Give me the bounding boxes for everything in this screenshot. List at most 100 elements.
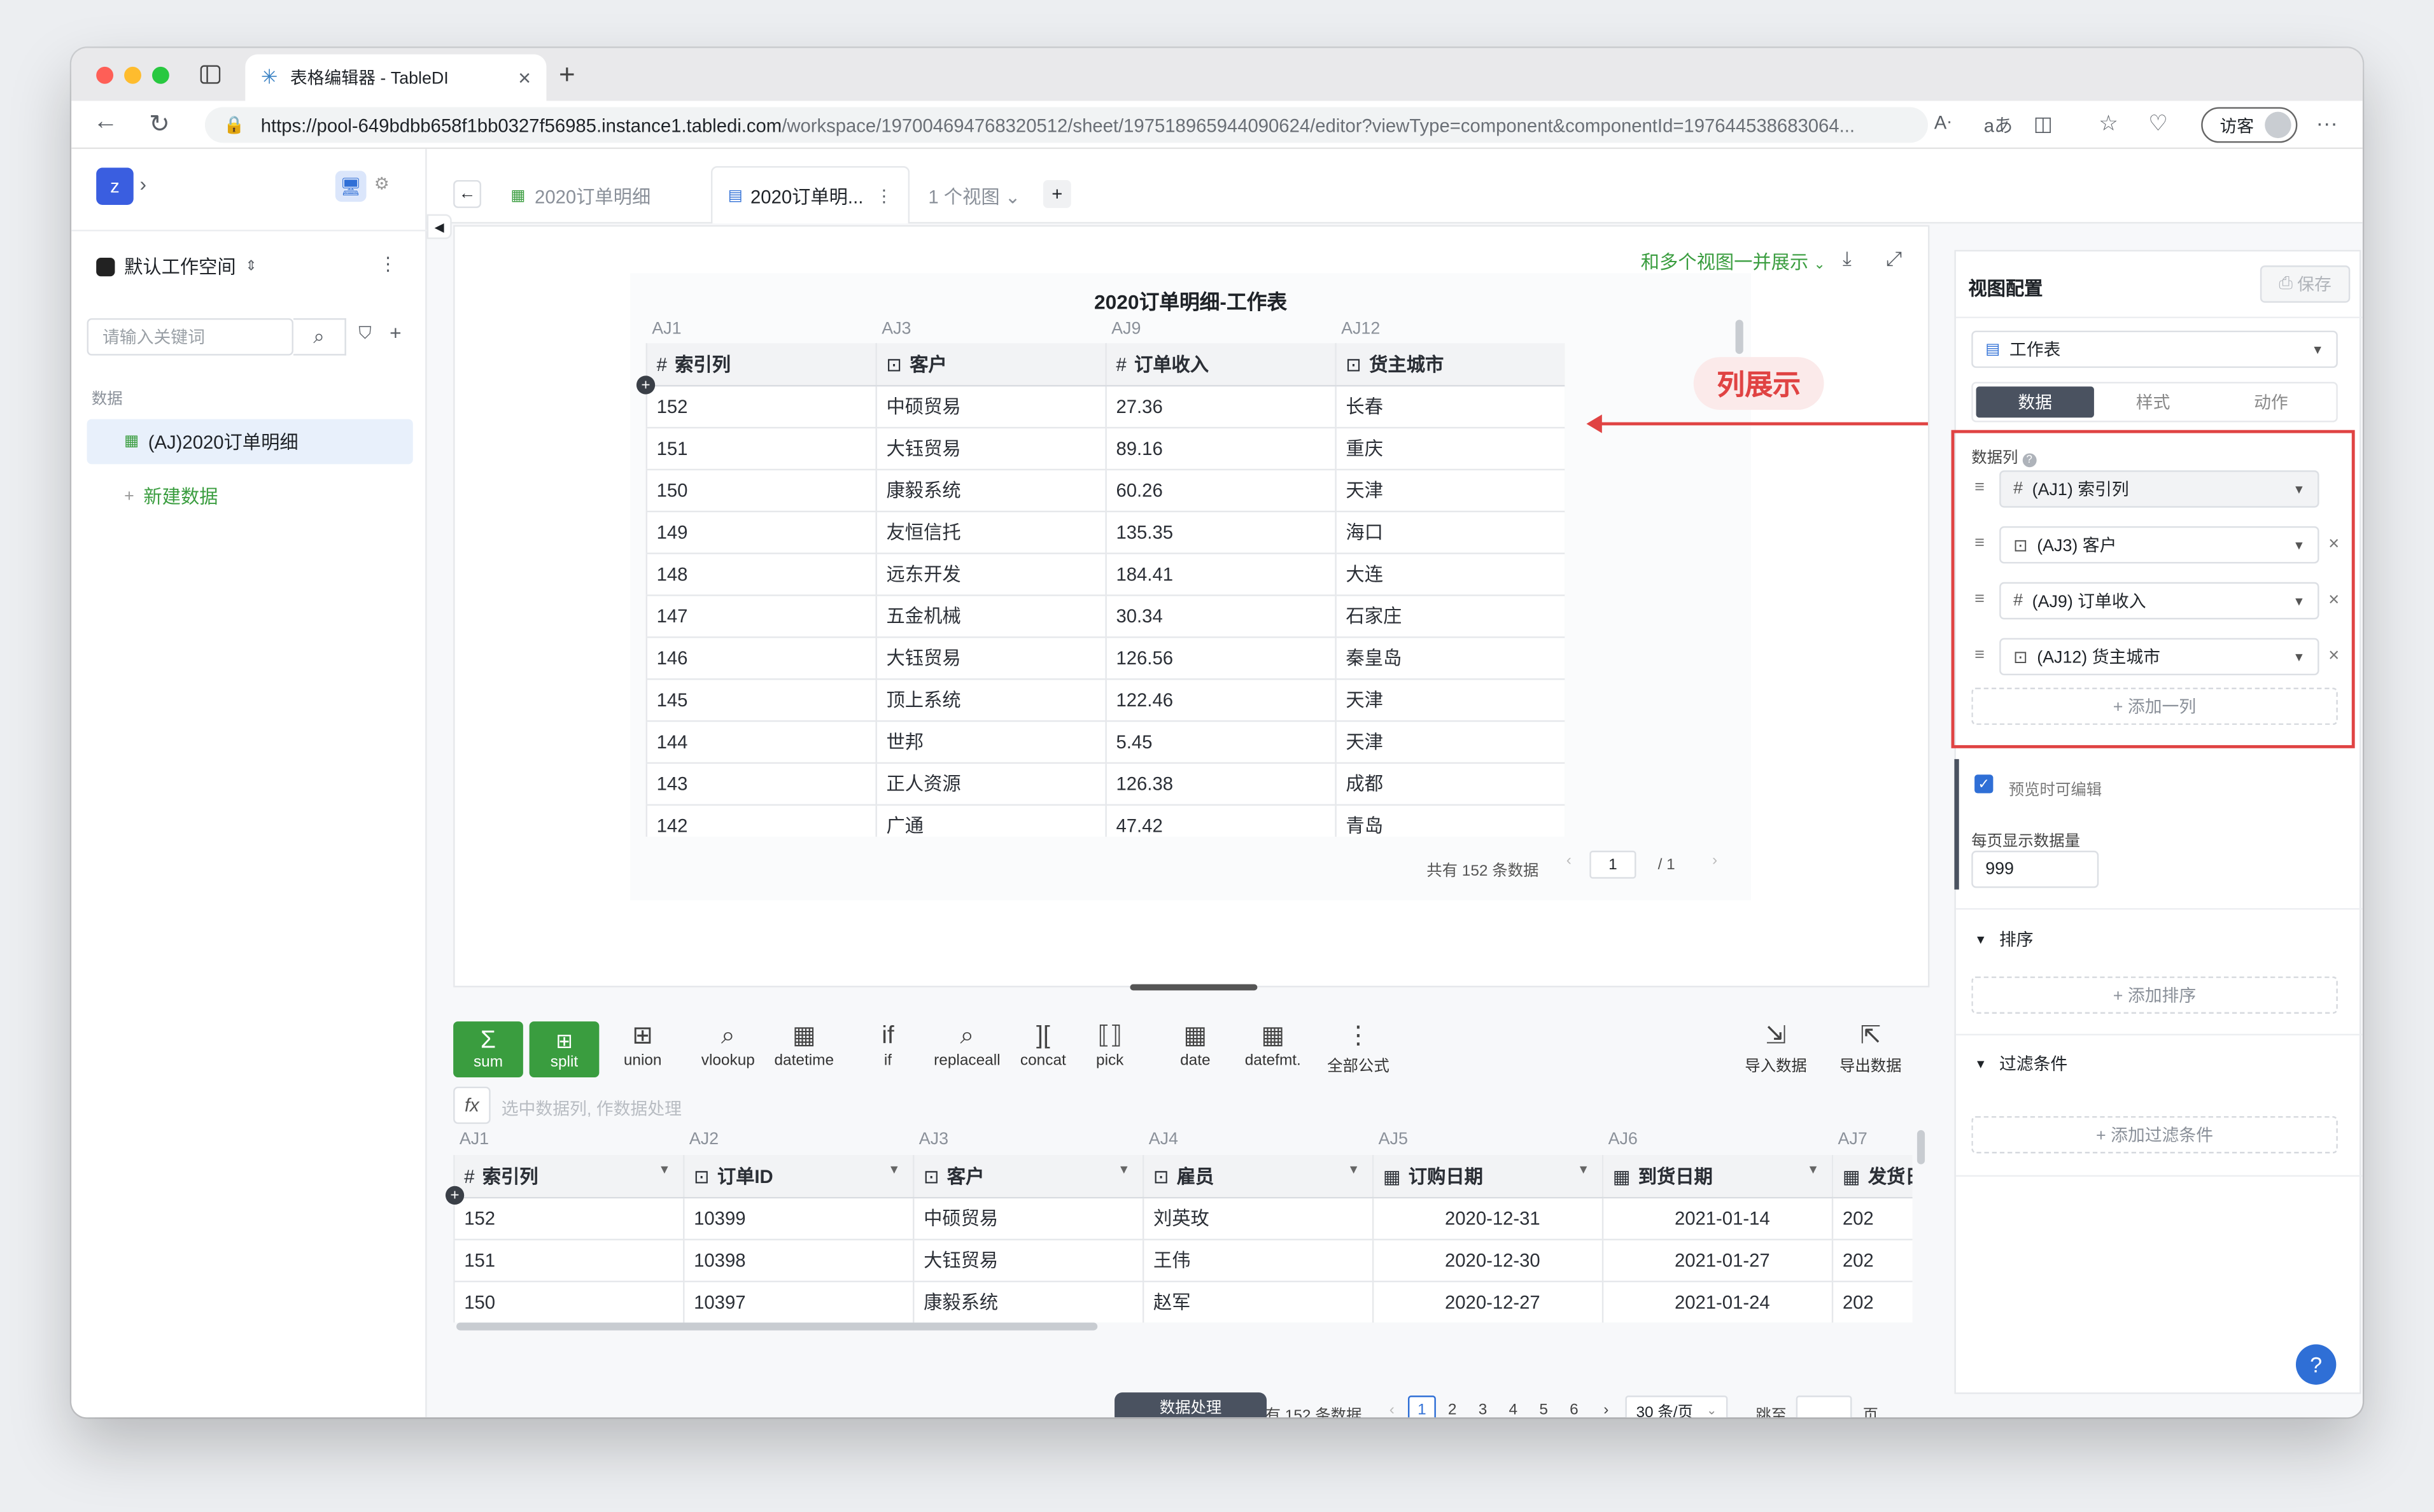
table-cell[interactable]: 成都 xyxy=(1335,762,1565,805)
table-row[interactable]: 149 友恒信托 135.35 海口 xyxy=(646,510,1565,554)
drag-handle-icon[interactable]: ≡ xyxy=(1974,590,1985,608)
table-cell[interactable]: 27.36 xyxy=(1106,384,1337,428)
table-row[interactable]: 143 正人资源 126.38 成都 xyxy=(646,762,1565,805)
import-data-button[interactable]: ⇲ 导入数据 xyxy=(1745,1021,1807,1076)
data-column-select[interactable]: ⊡ (AJ12) 货主城市 ▼ xyxy=(1999,638,2319,676)
table-cell[interactable]: 大连 xyxy=(1335,552,1565,596)
column-menu-icon[interactable]: ▼ xyxy=(658,1163,670,1177)
resize-handle[interactable] xyxy=(1130,984,1258,991)
table-cell[interactable]: 康毅系统 xyxy=(876,468,1107,512)
table-cell[interactable]: 145 xyxy=(646,678,877,722)
table-row[interactable]: 150 10397 康毅系统 赵军 2020-12-27 2021-01-24 202 xyxy=(454,1280,1913,1323)
table-cell[interactable]: 友恒信托 xyxy=(876,510,1107,554)
fullscreen-icon[interactable]: ⤢ xyxy=(1886,247,1902,272)
view-type-select[interactable]: ▤ 工作表 ▼ xyxy=(1971,330,2338,368)
reload-icon[interactable]: ↻ xyxy=(149,109,170,140)
drag-handle-icon[interactable]: ≡ xyxy=(1974,534,1985,552)
table-row[interactable]: 146 大钰贸易 126.56 秦皇岛 xyxy=(646,636,1565,680)
table-cell[interactable]: 152 xyxy=(646,384,877,428)
column-header[interactable]: ⊡ 客户 xyxy=(876,343,1107,386)
desktop-view-button[interactable]: 🖥 xyxy=(335,171,367,202)
table-row[interactable]: 152 中硕贸易 27.36 长春 xyxy=(646,384,1565,428)
table-cell[interactable]: 大钰贸易 xyxy=(876,636,1107,680)
tab-sheet[interactable]: ▦ 2020订单明细 xyxy=(510,183,651,209)
table-cell[interactable]: 126.56 xyxy=(1106,636,1337,680)
column-header[interactable]: # 索引列 xyxy=(646,343,877,386)
table-cell[interactable]: 148 xyxy=(646,552,877,596)
table-cell[interactable]: 89.16 xyxy=(1106,426,1337,470)
search-input[interactable]: 请输入关键词 xyxy=(87,318,293,356)
column-header[interactable]: ⊡ 货主城市 xyxy=(1335,343,1565,386)
vlookup-button[interactable]: ⌕ vlookup xyxy=(694,1021,762,1070)
add-view-button[interactable]: + xyxy=(1043,179,1071,208)
page-button[interactable]: 6 xyxy=(1560,1396,1588,1417)
read-aloud-icon[interactable]: Aᐧ xyxy=(1934,112,1952,134)
table-cell[interactable]: 184.41 xyxy=(1106,552,1337,596)
table-cell[interactable]: 2020-12-30 xyxy=(1373,1238,1604,1282)
table-row[interactable]: 145 顶上系统 122.46 天津 xyxy=(646,678,1565,722)
table-cell[interactable]: 五金机械 xyxy=(876,594,1107,638)
preview-editable-checkbox[interactable]: ✓ xyxy=(1974,774,1994,794)
date-button[interactable]: ▦ date xyxy=(1161,1021,1229,1070)
union-button[interactable]: ⊞ union xyxy=(608,1021,677,1070)
workspace-selector[interactable]: 默认工作空间 ⇕ xyxy=(96,253,257,279)
chevron-right-icon[interactable]: › xyxy=(139,172,146,196)
scrollbar-vertical[interactable] xyxy=(1735,319,1743,354)
back-arrow-icon[interactable]: ← xyxy=(93,109,118,137)
add-icon[interactable]: + xyxy=(390,321,402,345)
table-row[interactable]: 150 康毅系统 60.26 天津 xyxy=(646,468,1565,512)
column-menu-icon[interactable]: ▼ xyxy=(1118,1163,1130,1177)
table-cell[interactable]: 王伟 xyxy=(1143,1238,1374,1282)
tab-more-icon[interactable]: ⋮ xyxy=(875,186,892,206)
add-column-button[interactable]: + 添加一列 xyxy=(1971,687,2338,725)
table-row[interactable]: 152 10399 中硕贸易 刘英玫 2020-12-31 2021-01-14 202 xyxy=(454,1196,1913,1240)
table-cell[interactable]: 世邦 xyxy=(876,720,1107,763)
table-cell[interactable]: 大钰贸易 xyxy=(876,426,1107,470)
collapse-sidebar-handle[interactable]: ◀ xyxy=(426,214,452,239)
url-field[interactable]: 🔒 https://pool-649bdbb658f1bb0327f56985.… xyxy=(204,107,1928,143)
favorites-icon[interactable]: ☆ xyxy=(2099,110,2118,136)
table-cell[interactable]: 顶上系统 xyxy=(876,678,1107,722)
table-cell[interactable]: 30.34 xyxy=(1106,594,1337,638)
add-row-icon[interactable]: + xyxy=(445,1186,465,1205)
table-cell[interactable]: 150 xyxy=(646,468,877,512)
table-cell[interactable]: 10397 xyxy=(684,1280,915,1323)
table-cell[interactable]: 海口 xyxy=(1335,510,1565,554)
column-header[interactable]: # 订单收入 xyxy=(1106,343,1337,386)
table-cell[interactable]: 10398 xyxy=(684,1238,915,1282)
column-menu-icon[interactable]: ▼ xyxy=(888,1163,900,1177)
sort-section-toggle[interactable]: ▼ 排序 xyxy=(1974,927,2033,951)
column-menu-icon[interactable]: ▼ xyxy=(1347,1163,1360,1177)
page-button[interactable]: 5 xyxy=(1530,1396,1558,1417)
translate-icon[interactable]: aあ xyxy=(1984,112,2013,138)
table-cell[interactable]: 青岛 xyxy=(1335,804,1565,837)
scrollbar-vertical[interactable] xyxy=(1954,759,1959,890)
column-header[interactable]: ⊡ 订单ID ▼ xyxy=(684,1154,915,1198)
table-cell[interactable]: 5.45 xyxy=(1106,720,1337,763)
new-tab-icon[interactable]: + xyxy=(559,59,575,92)
table-row[interactable]: 147 五金机械 30.34 石家庄 xyxy=(646,594,1565,638)
jump-input[interactable] xyxy=(1796,1396,1852,1418)
table-cell[interactable]: 大钰贸易 xyxy=(913,1238,1144,1282)
table-cell[interactable]: 126.38 xyxy=(1106,762,1337,805)
table-row[interactable]: 142 广通 47.42 青岛 xyxy=(646,804,1565,837)
prev-page-icon[interactable]: ‹ xyxy=(1389,1402,1395,1417)
table-cell[interactable]: 152 xyxy=(454,1196,685,1240)
per-page-input[interactable]: 999 xyxy=(1971,850,2099,888)
column-header[interactable]: ▦ 到货日期 ▼ xyxy=(1603,1154,1834,1198)
table-cell[interactable]: 150 xyxy=(454,1280,685,1323)
add-filter-button[interactable]: + 添加过滤条件 xyxy=(1971,1116,2338,1154)
next-page-icon[interactable]: › xyxy=(1712,852,1717,869)
multi-view-toggle[interactable]: 和多个视图一并展示 ⌄ xyxy=(1641,248,1826,274)
split-screen-icon[interactable]: ◫ xyxy=(2034,112,2053,137)
column-header[interactable]: ▦ 发货日 xyxy=(1832,1154,1913,1198)
remove-column-icon[interactable]: × xyxy=(2328,589,2339,610)
help-button[interactable]: ? xyxy=(2295,1344,2337,1385)
table-cell[interactable]: 135.35 xyxy=(1106,510,1337,554)
workspace-avatar[interactable]: z xyxy=(96,167,134,206)
table-cell[interactable]: 142 xyxy=(646,804,877,837)
column-header[interactable]: # 索引列 ▼ xyxy=(454,1154,685,1198)
tab-action[interactable]: 动作 xyxy=(2212,386,2330,417)
table-cell[interactable]: 151 xyxy=(646,426,877,470)
table-cell[interactable]: 天津 xyxy=(1335,720,1565,763)
